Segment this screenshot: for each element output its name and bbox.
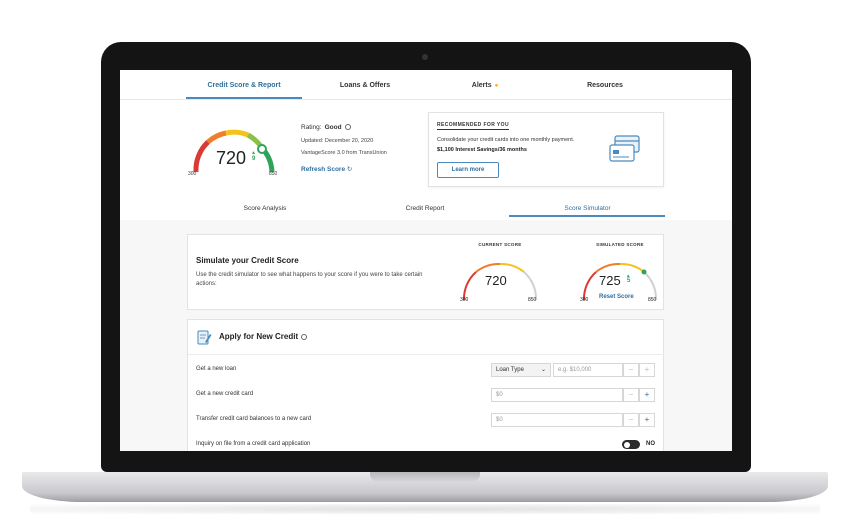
tab-loans-offers[interactable]: Loans & Offers — [320, 82, 410, 89]
apply-credit-title-text: Apply for New Credit — [219, 332, 299, 341]
score-model-prefix: VantageScore 3.0 from — [301, 150, 358, 156]
learn-more-button[interactable]: Learn more — [437, 162, 499, 178]
tab-resources[interactable]: Resources — [570, 82, 640, 89]
app-screen: Credit Score & Report Loans & Offers Ale… — [120, 70, 732, 451]
transfer-increment-button[interactable]: + — [639, 413, 655, 427]
laptop-notch — [370, 472, 480, 482]
tab-alerts[interactable]: Alerts ● — [450, 82, 520, 89]
simulated-change: 5 — [627, 278, 631, 284]
simulated-score-label: SIMULATED SCORE — [596, 242, 644, 247]
alert-dot-icon: ● — [494, 83, 499, 89]
active-subtab-underline — [509, 215, 665, 217]
simulator-title: Simulate your Credit Score — [196, 256, 299, 265]
card-increment-button[interactable]: + — [639, 388, 655, 402]
simulated-gauge-max: 850 — [648, 297, 657, 303]
inquiry-toggle-label: NO — [646, 441, 655, 447]
rating-label: Rating: — [301, 124, 322, 131]
credit-card-input[interactable]: $0 — [491, 388, 623, 402]
subtab-score-analysis[interactable]: Score Analysis — [210, 205, 320, 212]
simulator-description: Use the credit simulator to see what hap… — [196, 272, 423, 287]
simulated-gauge-marker — [641, 269, 647, 275]
card-decrement-button[interactable]: − — [623, 388, 639, 402]
info-icon[interactable] — [301, 333, 308, 340]
loan-amount-input[interactable]: e.g. $10,000 — [553, 363, 623, 377]
info-icon[interactable] — [344, 124, 351, 131]
recommended-body: Consolidate your credit cards into one m… — [437, 137, 575, 143]
loan-decrement-button[interactable]: − — [623, 363, 639, 377]
inquiry-toggle[interactable] — [622, 440, 640, 449]
current-score-value: 720 — [485, 273, 507, 288]
loan-increment-button[interactable]: + — [639, 363, 655, 377]
row-label-new-credit-card: Get a new credit card — [196, 391, 254, 397]
gauge-max: 850 — [269, 171, 278, 177]
application-form-icon — [197, 330, 212, 345]
loan-type-value: Loan Type — [496, 367, 524, 373]
gauge-min: 300 — [188, 171, 197, 177]
refresh-score-link[interactable]: Refresh Score ↻ — [301, 165, 352, 173]
transfer-decrement-button[interactable]: − — [623, 413, 639, 427]
refresh-icon: ↻ — [346, 166, 353, 173]
updated-date: Updated: December 20, 2020 — [301, 138, 374, 144]
recommended-highlight: $1,100 Interest Savings/36 months — [437, 147, 527, 153]
current-gauge-max: 850 — [528, 297, 537, 303]
apply-credit-card: Apply for New Credit Get a new loan Loan… — [187, 319, 665, 451]
row-label-inquiry: Inquiry on file from a credit card appli… — [196, 441, 311, 447]
refresh-score-label: Refresh Score — [301, 166, 346, 173]
transfer-balance-input[interactable]: $0 — [491, 413, 623, 427]
current-gauge-min: 300 — [460, 297, 469, 303]
laptop-mockup: Credit Score & Report Loans & Offers Ale… — [0, 0, 850, 531]
score-model: VantageScore 3.0 from TransUnion — [301, 150, 387, 156]
chevron-down-icon: ⌄ — [540, 367, 546, 373]
rating-value: Good — [324, 124, 342, 131]
simulated-score-value: 725 — [599, 273, 621, 288]
reset-score-link[interactable]: Reset Score — [599, 294, 634, 300]
top-nav: Credit Score & Report Loans & Offers Ale… — [120, 70, 732, 100]
laptop-shadow — [30, 504, 820, 514]
recommended-title: RECOMMENDED FOR YOU — [437, 122, 509, 130]
simulated-gauge-min: 300 — [580, 297, 589, 303]
subtab-credit-report[interactable]: Credit Report — [370, 205, 480, 212]
score-model-source: TransUnion — [358, 150, 387, 156]
recommended-card: RECOMMENDED FOR YOU Consolidate your cre… — [428, 112, 664, 187]
simulator-card: Simulate your Credit Score Use the credi… — [187, 234, 664, 310]
score-gauge-marker — [257, 144, 267, 154]
score-change: 9 — [252, 156, 256, 162]
current-score-label: CURRENT SCORE — [478, 242, 522, 247]
rating: Rating: Good — [301, 124, 351, 131]
apply-credit-title: Apply for New Credit — [219, 332, 308, 341]
loan-type-select[interactable]: Loan Type ⌄ — [491, 363, 551, 377]
row-label-new-loan: Get a new loan — [196, 366, 237, 372]
score-value: 720 — [216, 148, 247, 168]
webcam — [422, 54, 428, 60]
tab-alerts-label: Alerts — [471, 82, 492, 89]
active-tab-underline — [186, 97, 302, 99]
row-label-transfer-balance: Transfer credit card balances to a new c… — [196, 416, 312, 422]
subtab-score-simulator[interactable]: Score Simulator — [530, 205, 645, 212]
tab-credit-score-report[interactable]: Credit Score & Report — [186, 82, 302, 89]
toggle-knob — [623, 441, 630, 448]
credit-card-icon — [609, 135, 640, 162]
divider — [188, 354, 665, 355]
